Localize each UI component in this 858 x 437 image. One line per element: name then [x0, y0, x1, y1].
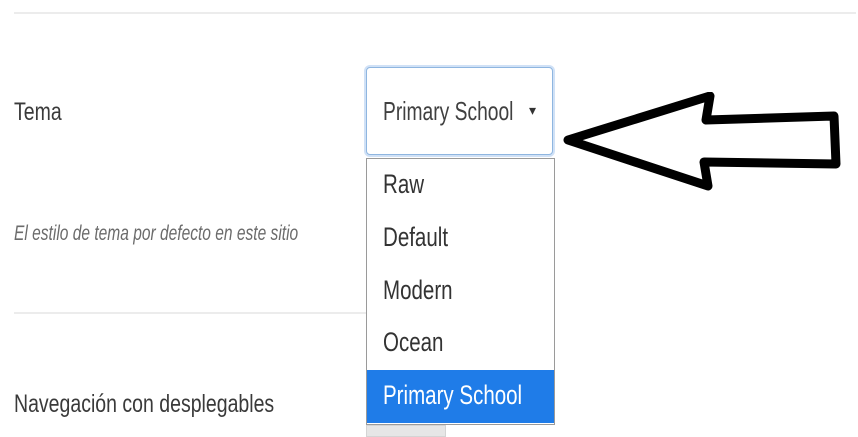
chevron-down-icon: ▾ — [529, 102, 537, 118]
option-ocean[interactable]: Ocean — [367, 317, 554, 370]
option-label: Modern — [383, 275, 453, 305]
navigation-control[interactable] — [366, 425, 446, 437]
top-divider — [14, 12, 856, 14]
theme-dropdown-list: Raw Default Modern Ocean Primary School — [366, 158, 555, 425]
section-divider — [14, 312, 366, 314]
navigation-label: Navegación con desplegables — [14, 390, 275, 418]
theme-label: Tema — [14, 98, 62, 126]
option-primary-school[interactable]: Primary School — [367, 370, 554, 423]
option-label: Primary School — [383, 380, 523, 410]
option-label: Ocean — [383, 327, 444, 357]
option-raw[interactable]: Raw — [367, 159, 554, 212]
option-label: Default — [383, 222, 449, 252]
theme-select[interactable]: Primary School ▾ — [366, 67, 553, 155]
theme-select-value: Primary School — [383, 96, 514, 126]
theme-hint: El estilo de tema por defecto en este si… — [14, 222, 299, 245]
option-default[interactable]: Default — [367, 212, 554, 265]
option-modern[interactable]: Modern — [367, 265, 554, 318]
pointer-arrow-icon — [563, 92, 841, 191]
option-label: Raw — [383, 169, 425, 199]
